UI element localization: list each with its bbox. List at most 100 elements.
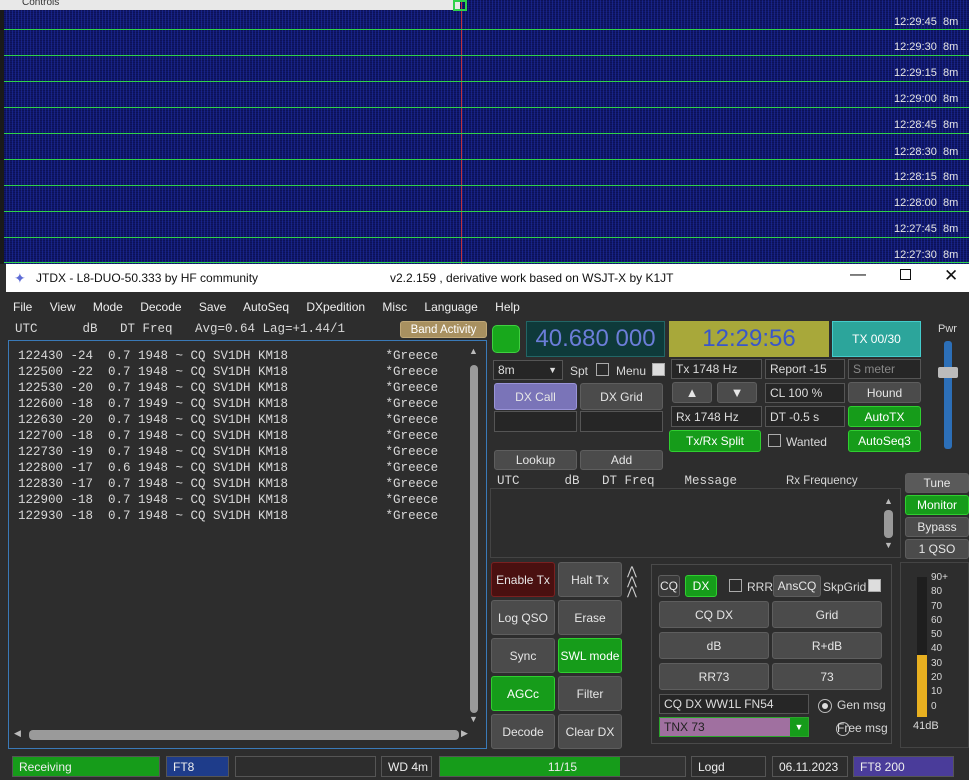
- report-spin[interactable]: Report -15: [765, 359, 845, 379]
- menu-misc[interactable]: Misc: [382, 300, 407, 314]
- agcc-button[interactable]: AGCc: [491, 676, 555, 711]
- cq-dx-button[interactable]: CQ DX: [659, 601, 769, 628]
- gen-msg-radio[interactable]: [818, 698, 832, 713]
- spt-checkbox[interactable]: [596, 363, 609, 376]
- cl-spin[interactable]: CL 100 %: [765, 383, 845, 403]
- title-bar[interactable]: ✦ JTDX - L8-DUO-50.333 by HF community v…: [6, 264, 969, 292]
- down-arrow-button[interactable]: ▼: [717, 382, 757, 403]
- tx-rx-split-button[interactable]: Tx/Rx Split: [669, 430, 761, 452]
- tune-button[interactable]: Tune: [905, 473, 969, 493]
- tx-tab-arrows-icon[interactable]: ⋀ ⋀ ⋀: [627, 565, 637, 597]
- dt-spin[interactable]: DT -0.5 s: [765, 406, 845, 427]
- decode-row[interactable]: 122630 -20 0.7 1948 ~ CQ SV1DH KM18 *Gre…: [18, 412, 438, 428]
- free-msg-label: Free msg: [837, 721, 888, 735]
- controls-checkbox-label[interactable]: Controls: [0, 0, 460, 10]
- scroll-left-icon[interactable]: ◀: [14, 728, 21, 739]
- up-arrow-button[interactable]: ▲: [672, 382, 712, 403]
- autotx-button[interactable]: AutoTX: [848, 406, 921, 427]
- rx-scrollbar[interactable]: [884, 510, 893, 538]
- scroll-down-icon[interactable]: ▼: [469, 714, 478, 724]
- waterfall-edge: [0, 0, 4, 264]
- hound-button[interactable]: Hound: [848, 382, 921, 403]
- wanted-checkbox[interactable]: [768, 434, 781, 447]
- menu-dxpedition[interactable]: DXpedition: [306, 300, 365, 314]
- menu-mode[interactable]: Mode: [93, 300, 123, 314]
- waterfall-timestamp: 12:29:15 8m: [894, 67, 959, 79]
- menu-view[interactable]: View: [50, 300, 76, 314]
- free-msg-combo[interactable]: TNX 73 ▼: [659, 717, 809, 737]
- frequency-display[interactable]: 40.680 000: [526, 321, 665, 357]
- autoseq3-button[interactable]: AutoSeq3: [848, 430, 921, 452]
- halt-tx-button[interactable]: Halt Tx: [558, 562, 622, 597]
- tx-counter[interactable]: TX 00/30: [832, 321, 921, 357]
- erase-button[interactable]: Erase: [558, 600, 622, 635]
- skpgrid-checkbox[interactable]: [868, 579, 881, 592]
- gen-msg-field[interactable]: CQ DX WW1L FN54: [659, 694, 809, 714]
- add-button[interactable]: Add: [580, 450, 663, 470]
- menu-decode[interactable]: Decode: [140, 300, 181, 314]
- band-activity-button[interactable]: Band Activity: [400, 321, 487, 338]
- vertical-scrollbar[interactable]: [469, 359, 479, 719]
- decode-button[interactable]: Decode: [491, 714, 555, 749]
- lookup-button[interactable]: Lookup: [494, 450, 577, 470]
- minimize-icon[interactable]: —: [850, 266, 866, 284]
- menu-autoseq[interactable]: AutoSeq: [243, 300, 289, 314]
- decode-row[interactable]: 122700 -18 0.7 1948 ~ CQ SV1DH KM18 *Gre…: [18, 428, 438, 444]
- one-qso-button[interactable]: 1 QSO: [905, 539, 969, 559]
- pwr-slider-track[interactable]: [944, 341, 952, 449]
- rrr-checkbox[interactable]: [729, 579, 742, 592]
- rx-frequency-spin[interactable]: Rx 1748 Hz: [671, 406, 762, 427]
- scroll-right-icon[interactable]: ▶: [461, 728, 468, 739]
- scroll-up-icon[interactable]: ▲: [469, 346, 478, 356]
- dx-call-input[interactable]: [494, 411, 577, 432]
- menu-language[interactable]: Language: [424, 300, 477, 314]
- sync-button[interactable]: Sync: [491, 638, 555, 673]
- menu-save[interactable]: Save: [199, 300, 226, 314]
- decode-row[interactable]: 122800 -17 0.6 1948 ~ CQ SV1DH KM18 *Gre…: [18, 460, 438, 476]
- rr73-button[interactable]: RR73: [659, 663, 769, 690]
- tx-marker[interactable]: [453, 0, 467, 11]
- dx-grid-button[interactable]: DX Grid: [580, 383, 663, 410]
- dx-button[interactable]: DX: [685, 575, 717, 597]
- s-meter-field[interactable]: S meter: [848, 359, 921, 379]
- log-qso-button[interactable]: Log QSO: [491, 600, 555, 635]
- maximize-icon[interactable]: [900, 269, 911, 280]
- scroll-down-icon[interactable]: ▼: [884, 540, 893, 550]
- scroll-up-icon[interactable]: ▲: [884, 496, 893, 506]
- pwr-slider-handle[interactable]: [938, 367, 958, 378]
- s73-button[interactable]: 73: [772, 663, 882, 690]
- decode-row[interactable]: 122500 -22 0.7 1948 ~ CQ SV1DH KM18 *Gre…: [18, 364, 438, 380]
- status-blank: [235, 756, 376, 777]
- cq-button[interactable]: CQ: [658, 575, 680, 597]
- waterfall[interactable]: Controls 12:29:45 8m 12:29:30 8m 12:29:1…: [0, 0, 969, 264]
- dx-call-button[interactable]: DX Call: [494, 383, 577, 410]
- decode-row[interactable]: 122430 -24 0.7 1948 ~ CQ SV1DH KM18 *Gre…: [18, 348, 438, 364]
- anscq-button[interactable]: AnsCQ: [773, 575, 821, 597]
- decode-row[interactable]: 122730 -19 0.7 1948 ~ CQ SV1DH KM18 *Gre…: [18, 444, 438, 460]
- filter-button[interactable]: Filter: [558, 676, 622, 711]
- decode-row[interactable]: 122830 -17 0.7 1948 ~ CQ SV1DH KM18 *Gre…: [18, 476, 438, 492]
- menu-help[interactable]: Help: [495, 300, 520, 314]
- bypass-button[interactable]: Bypass: [905, 517, 969, 537]
- rx-frequency-panel[interactable]: ▲ ▼: [490, 488, 901, 558]
- decode-row[interactable]: 122930 -18 0.7 1948 ~ CQ SV1DH KM18 *Gre…: [18, 508, 438, 524]
- waterfall-line: [4, 133, 969, 134]
- decode-row[interactable]: 122600 -18 0.7 1949 ~ CQ SV1DH KM18 *Gre…: [18, 396, 438, 412]
- swl-mode-button[interactable]: SWL mode: [558, 638, 622, 673]
- enable-tx-button[interactable]: Enable Tx: [491, 562, 555, 597]
- menu-checkbox[interactable]: [652, 363, 665, 376]
- tx-frequency-spin[interactable]: Tx 1748 Hz: [671, 359, 762, 379]
- band-activity-panel[interactable]: 122430 -24 0.7 1948 ~ CQ SV1DH KM18 *Gre…: [8, 340, 487, 749]
- clear-dx-button[interactable]: Clear DX: [558, 714, 622, 749]
- monitor-button[interactable]: Monitor: [905, 495, 969, 515]
- horizontal-scrollbar[interactable]: [29, 730, 459, 740]
- dx-grid-input[interactable]: [580, 411, 663, 432]
- db-button[interactable]: dB: [659, 632, 769, 659]
- close-icon[interactable]: ✕: [944, 266, 958, 286]
- decode-row[interactable]: 122900 -18 0.7 1948 ~ CQ SV1DH KM18 *Gre…: [18, 492, 438, 508]
- menu-file[interactable]: File: [13, 300, 32, 314]
- r-db-button[interactable]: R+dB: [772, 632, 882, 659]
- band-select[interactable]: 8m ▼: [493, 360, 563, 380]
- decode-row[interactable]: 122530 -20 0.7 1948 ~ CQ SV1DH KM18 *Gre…: [18, 380, 438, 396]
- grid-button[interactable]: Grid: [772, 601, 882, 628]
